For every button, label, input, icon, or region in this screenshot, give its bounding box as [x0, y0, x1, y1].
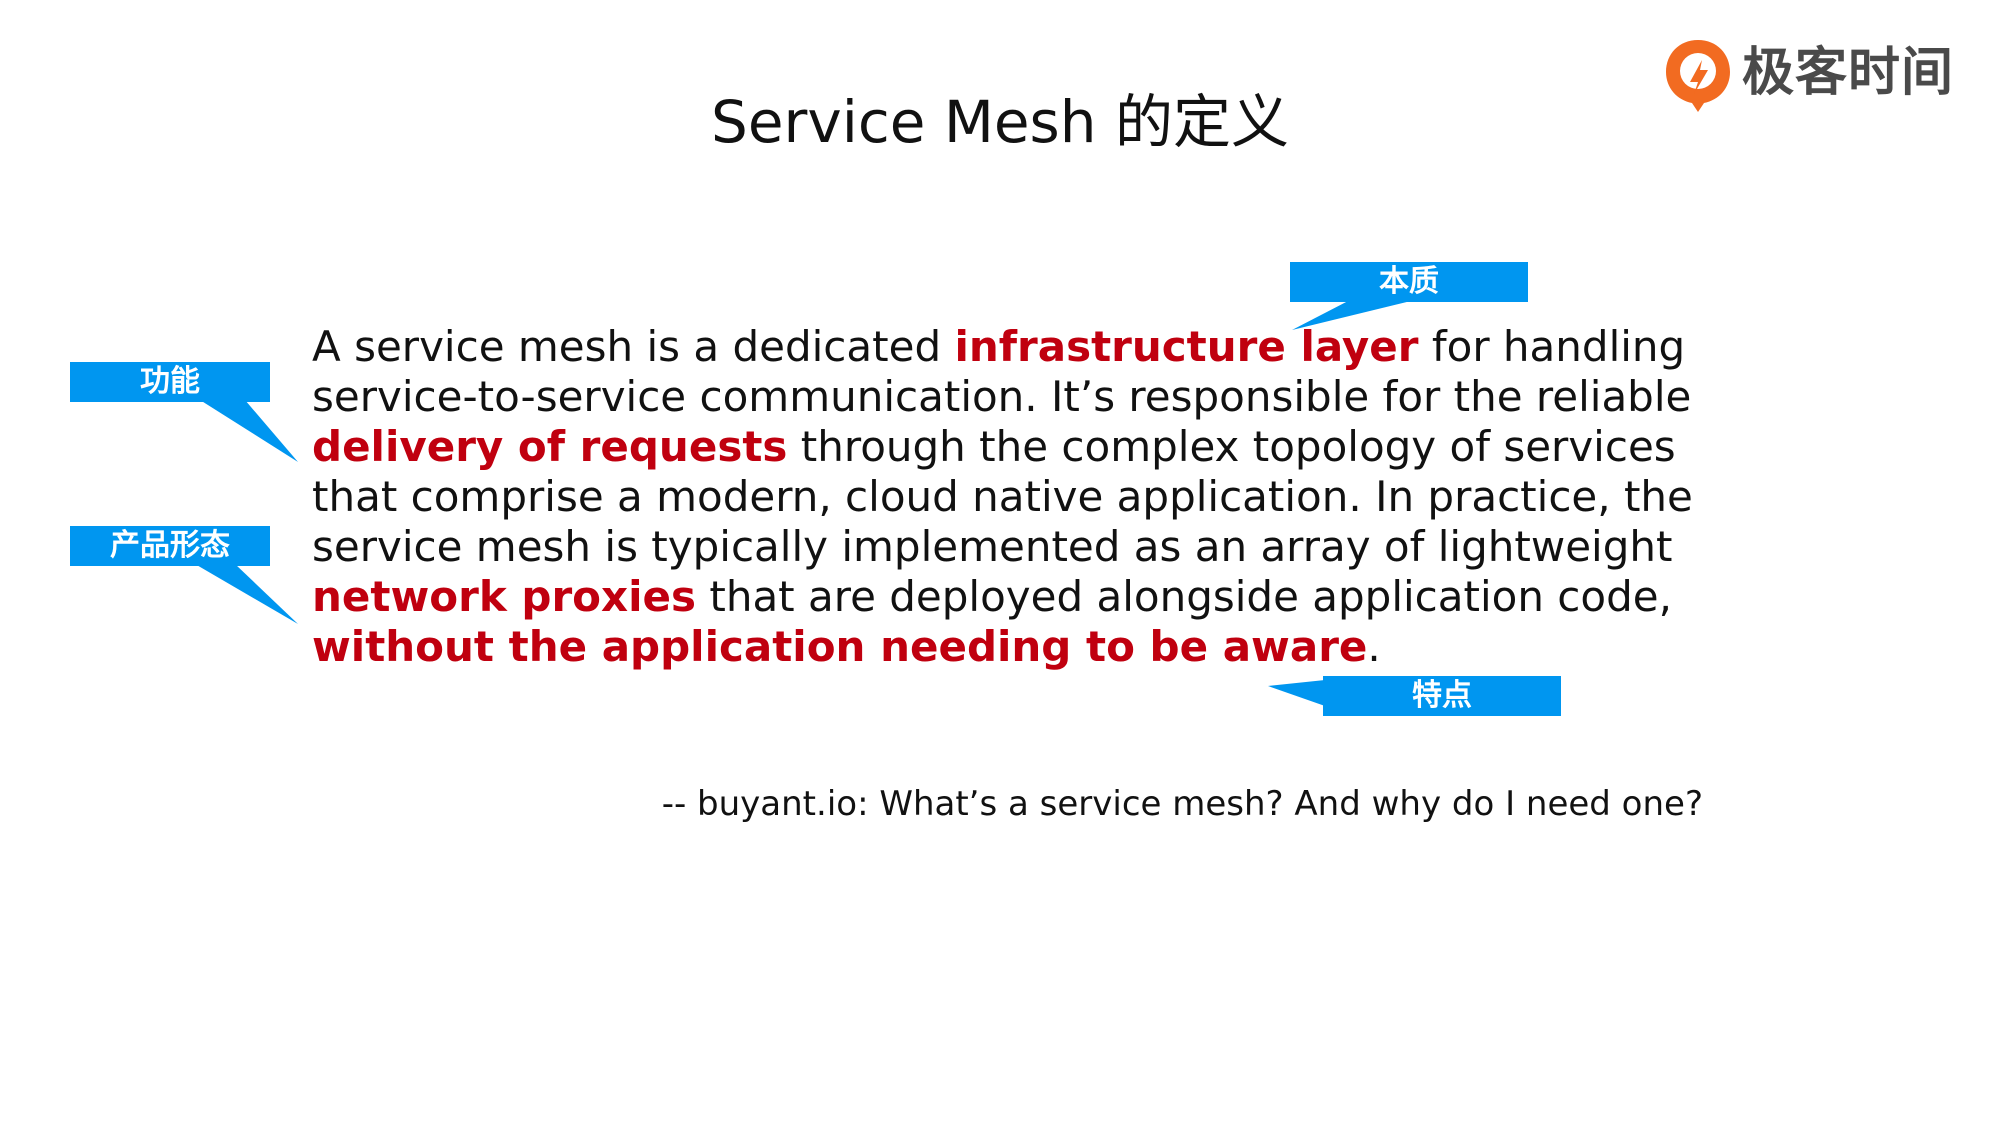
quote-text: . — [1367, 622, 1381, 671]
highlight-infrastructure-layer: infrastructure layer — [954, 322, 1419, 371]
highlight-network-proxies: network proxies — [312, 572, 696, 621]
callout-feature-label: 特点 — [1412, 678, 1472, 713]
quote-text: that are deployed alongside application … — [696, 572, 1672, 621]
callout-function-pointer — [200, 400, 298, 462]
callout-product-form-label: 产品形态 — [110, 528, 230, 563]
definition-quote: A service mesh is a dedicated infrastruc… — [312, 322, 1732, 672]
quote-source: -- buyant.io: What’s a service mesh? And… — [661, 784, 1703, 824]
highlight-without-application-aware: without the application needing to be aw… — [312, 622, 1368, 671]
quote-text: A service mesh is a dedicated — [312, 322, 955, 371]
callout-essence-label: 本质 — [1379, 264, 1439, 299]
callout-feature-pointer — [1268, 680, 1325, 706]
brand-name: 极客时间 — [1742, 43, 1955, 103]
geektime-logo-icon — [1666, 40, 1730, 112]
brand-logo: 极客时间 — [1662, 32, 1982, 116]
callout-function-label: 功能 — [140, 364, 200, 399]
callout-product-form-pointer — [195, 564, 298, 624]
highlight-delivery-of-requests: delivery of requests — [312, 422, 788, 471]
